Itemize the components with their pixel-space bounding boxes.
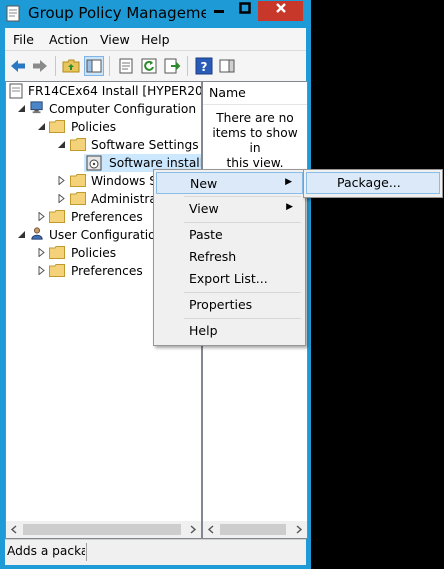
context-menu: New ▶ View ▶ Paste Refresh Export List..… xyxy=(153,169,306,346)
context-menu-item-refresh[interactable]: Refresh xyxy=(156,246,303,268)
forward-arrow-icon[interactable] xyxy=(31,57,49,75)
toolbar: ? xyxy=(5,50,306,82)
collapsed-arrow-icon[interactable] xyxy=(37,248,46,257)
user-icon xyxy=(31,227,43,240)
minimize-button[interactable] xyxy=(206,1,232,21)
menu-action[interactable]: Action xyxy=(49,32,88,47)
context-menu-item-paste[interactable]: Paste xyxy=(156,224,303,246)
column-header-label: Name xyxy=(209,85,246,100)
tree-label: Policies xyxy=(71,246,117,260)
back-arrow-icon[interactable] xyxy=(9,57,27,75)
menu-item-label: Help xyxy=(189,323,218,338)
context-menu-item-properties[interactable]: Properties xyxy=(156,294,303,316)
folder-icon xyxy=(49,120,65,133)
expanded-arrow-icon[interactable] xyxy=(57,140,66,149)
menu-help[interactable]: Help xyxy=(141,32,170,47)
status-bar: Adds a package xyxy=(5,539,306,565)
scroll-right-arrow-icon[interactable] xyxy=(188,525,197,534)
details-horizontal-scrollbar[interactable] xyxy=(203,521,307,538)
menu-item-label: New xyxy=(190,176,218,191)
context-menu-item-help[interactable]: Help xyxy=(156,320,303,342)
computer-icon xyxy=(30,101,43,114)
software-install-icon xyxy=(86,155,102,171)
svg-text:?: ? xyxy=(201,60,208,74)
menu-item-label: View xyxy=(189,201,219,216)
collapsed-arrow-icon[interactable] xyxy=(57,176,66,185)
maximize-button[interactable] xyxy=(232,1,258,21)
menu-separator xyxy=(184,222,301,223)
menu-item-label: Properties xyxy=(189,297,253,312)
up-folder-icon[interactable] xyxy=(62,57,80,75)
toolbar-separator xyxy=(187,56,188,76)
status-text: Adds a package xyxy=(7,544,85,558)
empty-view-message: There are no items to show in this view. xyxy=(206,111,304,171)
menu-item-label: Export List... xyxy=(189,271,268,286)
menu-item-label: Package... xyxy=(337,175,401,190)
tree-label: User Configuration xyxy=(49,228,164,242)
scroll-thumb[interactable] xyxy=(23,524,181,535)
tree-label: Software Settings xyxy=(91,138,199,152)
menu-separator xyxy=(184,318,301,319)
help-icon[interactable]: ? xyxy=(195,57,213,75)
menu-file[interactable]: File xyxy=(13,32,34,47)
scroll-thumb[interactable] xyxy=(220,524,286,535)
show-hide-tree-icon[interactable] xyxy=(84,56,104,76)
folder-icon xyxy=(70,138,86,151)
scroll-left-arrow-icon[interactable] xyxy=(10,525,19,534)
close-icon xyxy=(275,3,286,13)
collapsed-arrow-icon[interactable] xyxy=(57,194,66,203)
close-button[interactable] xyxy=(258,1,303,21)
menu-item-label: Paste xyxy=(189,227,223,242)
minimize-icon xyxy=(214,10,224,13)
empty-message-line: items to show in xyxy=(212,126,298,155)
toolbar-separator xyxy=(55,56,56,76)
folder-icon xyxy=(70,174,86,187)
menu-item-label: Refresh xyxy=(189,249,237,264)
folder-icon xyxy=(49,246,65,259)
toolbar-separator xyxy=(109,56,110,76)
export-list-icon[interactable] xyxy=(163,57,181,75)
menu-separator xyxy=(184,292,301,293)
tree-label: Policies xyxy=(71,120,117,134)
tree-label: Preferences xyxy=(71,264,143,278)
show-action-pane-icon[interactable] xyxy=(218,57,236,75)
scroll-left-arrow-icon[interactable] xyxy=(207,525,216,534)
window-title: Group Policy Manageme... xyxy=(28,4,225,22)
folder-icon xyxy=(49,210,65,223)
tree-label: Computer Configuration xyxy=(49,102,197,116)
empty-message-line: There are no xyxy=(216,111,294,125)
context-menu-item-new[interactable]: New ▶ xyxy=(156,172,303,194)
menu-separator xyxy=(184,196,301,197)
column-header-name[interactable]: Name xyxy=(203,82,307,105)
menu-bar: File Action View Help xyxy=(5,28,306,50)
tree-horizontal-scrollbar[interactable] xyxy=(6,521,201,538)
properties-sheet-icon[interactable] xyxy=(117,57,135,75)
collapsed-arrow-icon[interactable] xyxy=(37,212,46,221)
folder-icon xyxy=(49,264,65,277)
collapsed-arrow-icon[interactable] xyxy=(37,266,46,275)
menu-view[interactable]: View xyxy=(100,32,130,47)
maximize-icon xyxy=(239,2,251,14)
gpo-app-icon xyxy=(6,5,20,22)
folder-icon xyxy=(70,192,86,205)
context-menu-item-view[interactable]: View ▶ xyxy=(156,198,303,220)
expanded-arrow-icon[interactable] xyxy=(37,122,46,131)
expanded-arrow-icon[interactable] xyxy=(17,230,26,239)
refresh-icon[interactable] xyxy=(140,57,158,75)
title-bar[interactable]: Group Policy Manageme... xyxy=(0,0,311,28)
expanded-arrow-icon[interactable] xyxy=(17,104,26,113)
new-submenu: Package... xyxy=(303,169,443,198)
submenu-item-package[interactable]: Package... xyxy=(306,172,440,194)
submenu-arrow-icon: ▶ xyxy=(285,177,292,187)
submenu-arrow-icon: ▶ xyxy=(286,202,293,212)
tree-label: FR14CEx64 Install [HYPER2012R2 xyxy=(28,84,202,98)
gpo-document-icon xyxy=(9,83,23,99)
tree-label: Preferences xyxy=(71,210,143,224)
context-menu-item-export-list[interactable]: Export List... xyxy=(156,268,303,290)
scroll-right-arrow-icon[interactable] xyxy=(294,525,303,534)
status-divider xyxy=(86,543,87,561)
